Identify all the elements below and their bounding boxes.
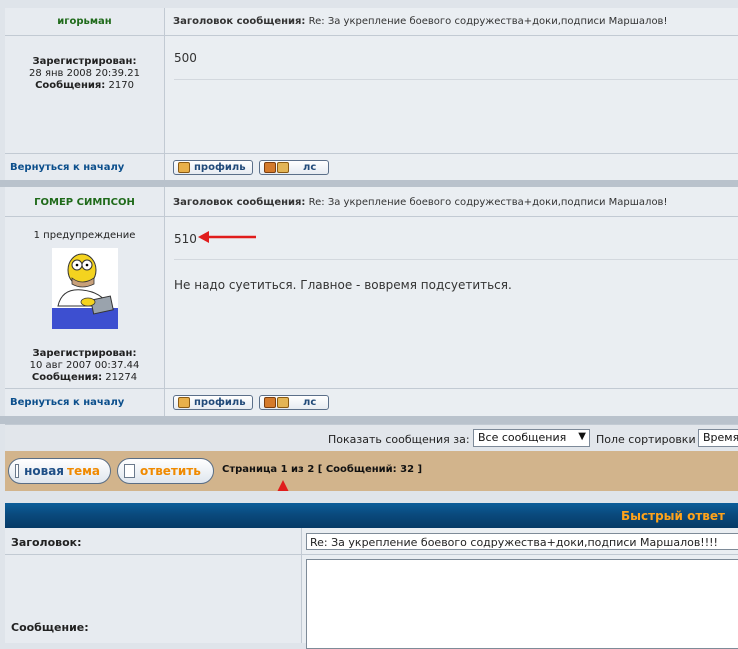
post1-subject-row: Заголовок сообщения: Re: За укрепление б…: [165, 8, 738, 36]
show-messages-label: Показать сообщения за:: [328, 433, 470, 446]
post2-footer-right: профиль лс: [165, 388, 738, 416]
post2-divider: [174, 259, 738, 260]
post1-pm-label: лс: [303, 162, 317, 173]
post1-body: 500: [165, 36, 738, 153]
post2-subject-row: Заголовок сообщения: Re: За укрепление б…: [165, 187, 738, 217]
post2-username[interactable]: ГОМЕР СИМПСОН: [5, 197, 164, 208]
sort-field-select[interactable]: Время: [698, 429, 738, 447]
pm-icon: [264, 162, 276, 173]
reply-button[interactable]: ответить: [117, 458, 214, 484]
quick-reply-message-cell: [302, 555, 738, 649]
profile-icon: [178, 162, 190, 173]
profile-icon: [178, 397, 190, 408]
post1-footer-right: профиль лс: [165, 153, 738, 180]
show-messages-select[interactable]: Все сообщения ▼: [473, 429, 590, 447]
post2-text-number: 510: [174, 232, 197, 246]
sort-field-label: Поле сортировки: [596, 433, 696, 446]
post-separator: [0, 180, 738, 187]
post2-back-to-top-link[interactable]: Вернуться к началу: [10, 397, 124, 408]
post2-author-header: ГОМЕР СИМПСОН: [5, 187, 165, 217]
post1-messages-label: Сообщения:: [35, 80, 106, 91]
post1-text: 500: [174, 51, 197, 65]
dropdown-arrow-icon: ▼: [578, 431, 586, 442]
new-topic-suffix: тема: [67, 464, 100, 478]
post1-registered-label: Зарегистрирован:: [32, 56, 137, 67]
post2-pm-label: лс: [303, 397, 317, 408]
reply-label: ответить: [140, 464, 201, 478]
quick-reply-subject-cell: Re: За укрепление боевого содружества+до…: [302, 528, 738, 555]
pm-icon-2: [277, 162, 289, 173]
post2-registered-label: Зарегистрирован:: [32, 348, 137, 359]
post2-footer-left: Вернуться к началу: [5, 388, 165, 416]
page-info: Страница 1 из 2 [ Сообщений: 32 ]: [222, 464, 423, 475]
show-messages-value: Все сообщения: [478, 431, 567, 444]
post2-subject-label: Заголовок сообщения:: [173, 197, 306, 208]
post1-author-header: игорьман: [5, 8, 165, 36]
post2-pm-button[interactable]: лс: [259, 395, 329, 410]
post2-author-info: 1 предупреждение Зарегистрирован: 10 авг…: [5, 217, 165, 388]
post1-profile-button[interactable]: профиль: [173, 160, 253, 175]
quick-reply-header: Быстрый ответ: [5, 503, 738, 528]
post2-warning: 1 предупреждение: [33, 230, 136, 241]
quick-reply-message-label-cell: Сообщение:: [5, 555, 302, 643]
post1-messages-count: 2170: [108, 80, 134, 91]
action-bar-gap: [0, 491, 738, 503]
quick-reply-title: Быстрый ответ: [621, 509, 725, 523]
post2-text: Не надо суетиться. Главное - вовремя под…: [174, 278, 512, 292]
new-topic-button[interactable]: новая тема: [8, 458, 111, 484]
post-separator-2: [0, 416, 738, 424]
pm-icon-2: [277, 397, 289, 408]
quick-reply-subject-label: Заголовок:: [11, 536, 82, 549]
post2-profile-label: профиль: [194, 397, 246, 408]
quick-reply-message-label: Сообщение:: [11, 621, 89, 634]
red-arrow-annotation: [198, 231, 256, 243]
post1-signature-divider: [174, 79, 738, 80]
document-icon: [124, 464, 135, 478]
post1-footer-left: Вернуться к началу: [5, 153, 165, 180]
action-bar: новая тема ответить Страница 1 из 2 [ Со…: [5, 451, 738, 491]
document-icon: [15, 464, 20, 478]
quick-reply-message-textarea[interactable]: [306, 559, 738, 649]
quick-reply-subject-input[interactable]: Re: За укрепление боевого содружества+до…: [306, 533, 738, 550]
avatar[interactable]: [52, 248, 118, 329]
sort-field-value: Время: [703, 431, 738, 444]
new-topic-prefix: новая: [24, 464, 64, 478]
post2-registered-date: 10 авг 2007 00:37.44: [29, 360, 140, 371]
post2-profile-button[interactable]: профиль: [173, 395, 253, 410]
post1-author-info: Зарегистрирован: 28 янв 2008 20:39.21 Со…: [5, 36, 165, 153]
post2-messages-label: Сообщения:: [31, 372, 103, 383]
post1-subject-label: Заголовок сообщения:: [173, 16, 306, 27]
post1-username[interactable]: игорьман: [5, 16, 164, 27]
post2-subject: Re: За укрепление боевого содружества+до…: [308, 197, 668, 208]
post1-subject: Re: За укрепление боевого содружества+до…: [308, 16, 668, 27]
quick-reply-subject-label-cell: Заголовок:: [5, 528, 302, 555]
sort-filter-bar: Показать сообщения за: Все сообщения ▼ П…: [5, 424, 738, 451]
post1-pm-button[interactable]: лс: [259, 160, 329, 175]
pm-icon: [264, 397, 276, 408]
post1-back-to-top-link[interactable]: Вернуться к началу: [10, 162, 124, 173]
post1-profile-label: профиль: [194, 162, 246, 173]
post2-messages-count: 21274: [105, 372, 138, 383]
post1-registered-date: 28 янв 2008 20:39.21: [29, 68, 140, 79]
